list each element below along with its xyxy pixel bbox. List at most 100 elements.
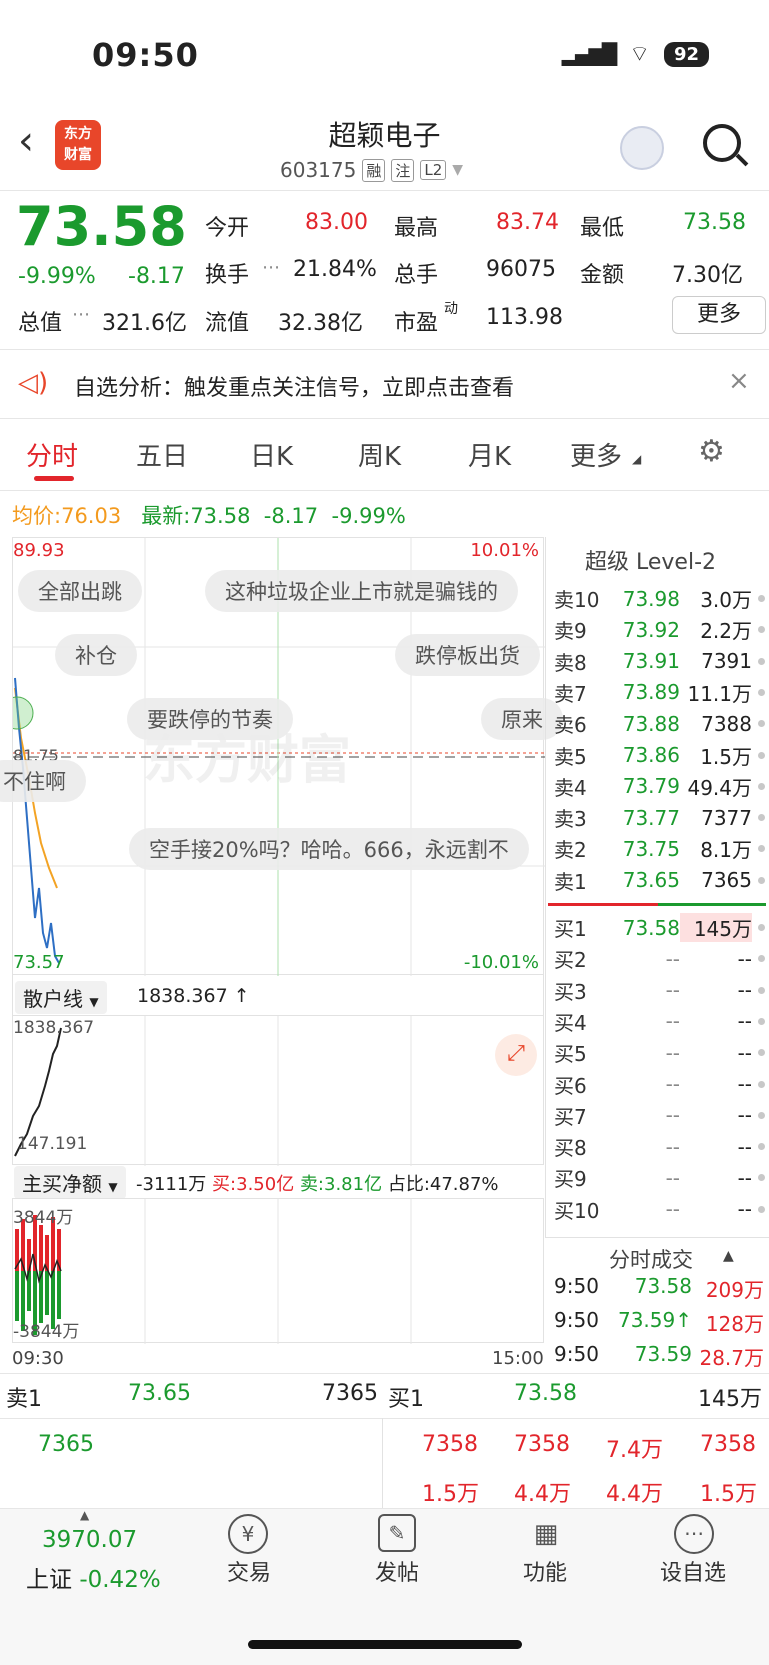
queue-buy-price: 73.58 (514, 1381, 577, 1406)
ask-price: 73.65 (622, 868, 680, 893)
robot-avatar-icon[interactable] (620, 126, 664, 170)
queue-buy-item: 1.5万 (700, 1482, 757, 1507)
wifi-icon: ⌔ (629, 42, 650, 67)
bid-row[interactable]: 买4 -- -- (554, 1006, 769, 1037)
status-dot-icon (758, 1205, 765, 1213)
intraday-chart[interactable]: 东方财富 89.93 10.01% 81.75 73.57 -10.01% 全部… (0, 537, 563, 976)
ask-row[interactable]: 卖7 73.89 11.1万 (554, 677, 769, 708)
more-dots-icon[interactable]: ⋯ (674, 1514, 714, 1554)
bid-volume: -- (737, 1134, 752, 1159)
volume-label: 总手 (394, 263, 439, 288)
expand-up-icon[interactable]: ▲ (80, 1508, 89, 1522)
bid-row[interactable]: 买3 -- -- (554, 975, 769, 1006)
queue-buy-item: 1.5万 (422, 1482, 479, 1507)
period-tabs: 分时 五日 日K 周K 月K 更多 ◢ ⚙ (0, 418, 769, 486)
close-icon[interactable]: × (728, 366, 750, 396)
index-pct: -0.42% (79, 1567, 161, 1593)
tab-weekly-k[interactable]: 周K (358, 436, 401, 473)
tab-intraday[interactable]: 分时 (26, 436, 78, 473)
ask-row[interactable]: 卖4 73.79 49.4万 (554, 771, 769, 802)
functions-grid-icon[interactable]: ▦ (526, 1514, 566, 1554)
avg-price-row: 均价:76.03 最新:73.58 -8.17 -9.99% (12, 500, 406, 530)
comment-bubble[interactable]: 不住啊 (0, 760, 86, 802)
comment-bubble[interactable]: 补仓 (55, 634, 137, 676)
index-name: 上证 (26, 1567, 72, 1593)
status-time: 09:50 (92, 36, 199, 74)
trades-title[interactable]: 分时成交 (609, 1244, 693, 1274)
ask-row[interactable]: 卖3 73.77 7377 (554, 802, 769, 833)
amount-value: 7.30亿 (672, 263, 743, 288)
netbuy-min: -3844万 (13, 1322, 80, 1342)
orderbook-title[interactable]: 超级 Level-2 (585, 544, 716, 576)
ask-row[interactable]: 卖5 73.86 1.5万 (554, 740, 769, 771)
collapse-icon[interactable]: ▲ (723, 1248, 734, 1264)
comment-bubble[interactable]: 空手接20%吗？哈哈。666，永远割不 (129, 828, 529, 870)
bid-row[interactable]: 买8 -- -- (554, 1131, 769, 1162)
ask-row[interactable]: 卖8 73.91 7391 (554, 646, 769, 677)
queue-divider (382, 1418, 383, 1508)
tab-more[interactable]: 更多 (570, 436, 622, 473)
bid-row[interactable]: 买2 -- -- (554, 943, 769, 974)
bid-price: -- (665, 1197, 680, 1222)
retail-max: 1838.367 (13, 1018, 95, 1038)
signal-icon: ▂▄▆█ (561, 42, 618, 66)
speaker-icon: ◁) (18, 368, 49, 398)
comment-bubble[interactable]: 要跌停的节奏 (127, 698, 293, 740)
info-icon[interactable]: ⋯ (262, 257, 280, 278)
dropdown-icon[interactable]: ▼ (452, 162, 463, 178)
ask-volume: 7391 (701, 649, 752, 674)
netbuy-chart[interactable]: 3844万 -3844万 (12, 1198, 544, 1344)
queue-buy-label: 买1 (388, 1387, 424, 1412)
ask-volume: 7377 (701, 805, 752, 830)
bid-row[interactable]: 买7 -- -- (554, 1100, 769, 1131)
bid-row[interactable]: 买1 73.58 145万 (554, 912, 769, 943)
ask-row[interactable]: 卖6 73.88 7388 (554, 708, 769, 739)
info-icon[interactable]: ⋯ (72, 304, 90, 325)
trade-volume: 128万 (705, 1312, 764, 1336)
bid-row[interactable]: 买9 -- -- (554, 1162, 769, 1193)
bid-volume: -- (737, 1103, 752, 1128)
tab-monthly-k[interactable]: 月K (468, 436, 511, 473)
bid-row[interactable]: 买6 -- -- (554, 1069, 769, 1100)
ask-row[interactable]: 卖10 73.98 3.0万 (554, 583, 769, 614)
time-end: 15:00 (492, 1348, 544, 1369)
nav-functions[interactable]: 功能 (500, 1555, 590, 1587)
bid-volume: -- (737, 1040, 752, 1065)
bid-price: -- (665, 946, 680, 971)
ask-row[interactable]: 卖9 73.92 2.2万 (554, 614, 769, 645)
trade-icon[interactable]: ¥ (228, 1514, 268, 1554)
low-value: 73.58 (683, 210, 746, 235)
stock-code-row[interactable]: 603175 融 注 L2 ▼ (280, 158, 463, 182)
ask-volume: 1.5万 (700, 744, 752, 769)
mcap-label: 总值 (18, 311, 63, 336)
nav-trade[interactable]: 交易 (204, 1555, 294, 1587)
nav-add-watchlist[interactable]: 设自选 (648, 1555, 738, 1587)
tab-five-day[interactable]: 五日 (136, 436, 188, 473)
index-value[interactable]: 3970.07 (42, 1527, 137, 1553)
expand-icon[interactable]: ⤢ (495, 1034, 537, 1076)
index-row[interactable]: 上证 -0.42% (26, 1560, 161, 1594)
retail-select[interactable]: 散户线 ▼ (15, 981, 107, 1014)
bid-price: -- (665, 1134, 680, 1159)
comment-bubble[interactable]: 跌停板出货 (395, 634, 540, 676)
comment-bubble[interactable]: 全部出跳 (18, 570, 142, 612)
tab-daily-k[interactable]: 日K (250, 436, 293, 473)
queue-buy-item: 4.4万 (606, 1482, 663, 1507)
bid-row[interactable]: 买10 -- -- (554, 1194, 769, 1225)
comment-bubble[interactable]: 这种垃圾企业上市就是骗钱的 (205, 570, 518, 612)
nav-post[interactable]: 发帖 (352, 1555, 442, 1587)
retail-chart[interactable]: 1838.367 147.191 ⤢ (12, 1015, 544, 1166)
post-edit-icon[interactable]: ✎ (378, 1514, 416, 1552)
alert-bar[interactable]: ◁) 自选分析：触发重点关注信号，立即点击查看 × (0, 350, 769, 418)
ask-label: 卖6 (554, 713, 587, 738)
bid-volume: -- (737, 946, 752, 971)
ask-row[interactable]: 卖2 73.75 8.1万 (554, 833, 769, 864)
status-dot-icon (758, 720, 765, 728)
queue-header: 卖1 73.65 7365 买1 73.58 145万 (0, 1373, 769, 1417)
netbuy-select[interactable]: 主买净额 ▼ (14, 1166, 126, 1199)
settings-gear-icon[interactable]: ⚙ (698, 434, 725, 469)
more-button[interactable]: 更多 (672, 296, 766, 334)
ask-label: 卖5 (554, 744, 587, 769)
bid-row[interactable]: 买5 -- -- (554, 1037, 769, 1068)
ask-row[interactable]: 卖1 73.65 7365 (554, 865, 769, 896)
